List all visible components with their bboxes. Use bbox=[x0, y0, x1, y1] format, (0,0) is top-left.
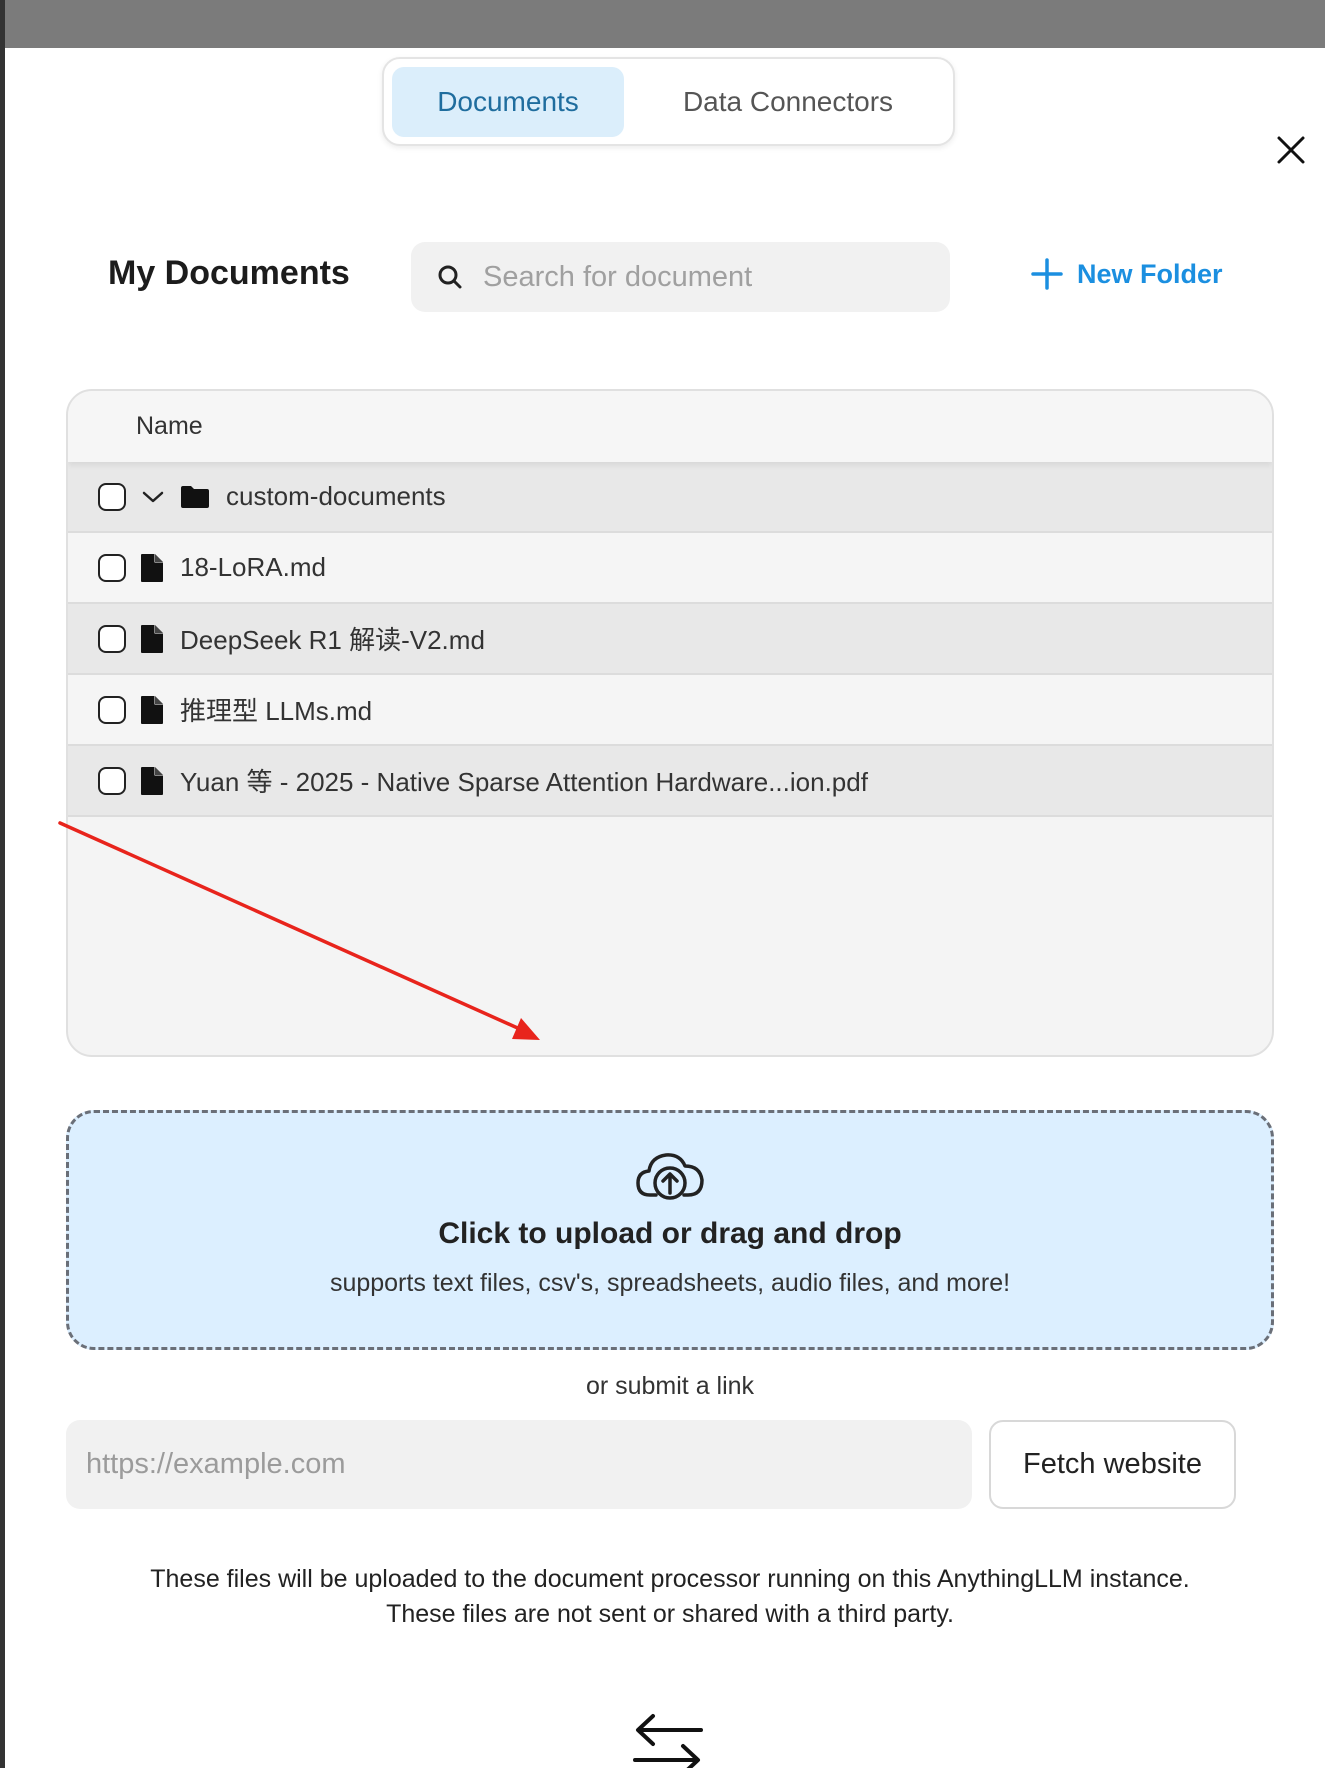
file-row[interactable]: Yuan 等 - 2025 - Native Sparse Attention … bbox=[68, 746, 1272, 817]
new-folder-label: New Folder bbox=[1077, 258, 1223, 289]
plus-icon bbox=[1031, 258, 1063, 290]
file-name: 推理型 LLMs.md bbox=[180, 696, 373, 726]
file-row[interactable]: 推理型 LLMs.md bbox=[68, 675, 1272, 746]
privacy-notice-line-2: These files are not sent or shared with … bbox=[386, 1600, 954, 1628]
search-icon bbox=[437, 264, 463, 290]
file-icon bbox=[140, 766, 164, 796]
upload-subtitle: supports text files, csv's, spreadsheets… bbox=[329, 1269, 1011, 1297]
file-row[interactable]: 18-LoRA.md bbox=[68, 533, 1272, 604]
swap-arrows-icon[interactable] bbox=[633, 1712, 703, 1768]
file-row[interactable]: DeepSeek R1 解读-V2.md bbox=[68, 604, 1272, 675]
file-checkbox[interactable] bbox=[98, 695, 126, 724]
url-input[interactable] bbox=[66, 1420, 972, 1509]
folder-icon bbox=[180, 485, 210, 509]
file-checkbox[interactable] bbox=[98, 553, 126, 582]
search-input[interactable] bbox=[483, 260, 923, 294]
file-name: DeepSeek R1 解读-V2.md bbox=[180, 625, 485, 655]
file-checkbox[interactable] bbox=[98, 624, 126, 653]
folder-row[interactable]: custom-documents bbox=[68, 462, 1272, 533]
file-name: 18-LoRA.md bbox=[180, 552, 326, 582]
documents-modal: My Documents New Folder Name custom-docu… bbox=[5, 48, 1325, 1768]
documents-table: Name custom-documents 18-LoRA.md DeepSee… bbox=[66, 389, 1274, 1057]
table-header: Name bbox=[68, 391, 1272, 462]
file-icon bbox=[140, 695, 164, 725]
tab-data-connectors[interactable]: Data Connectors bbox=[638, 67, 938, 137]
privacy-notice: These files will be uploaded to the docu… bbox=[5, 1562, 1325, 1632]
column-name-header: Name bbox=[136, 412, 203, 440]
page-title: My Documents bbox=[108, 254, 350, 292]
file-checkbox[interactable] bbox=[98, 766, 126, 795]
cloud-upload-icon bbox=[634, 1149, 706, 1203]
file-icon bbox=[140, 553, 164, 583]
upload-dropzone[interactable]: Click to upload or drag and drop support… bbox=[66, 1110, 1274, 1350]
new-folder-button[interactable]: New Folder bbox=[1031, 258, 1223, 290]
fetch-website-button[interactable]: Fetch website bbox=[989, 1420, 1236, 1509]
chevron-down-icon[interactable] bbox=[140, 489, 166, 505]
file-name: Yuan 等 - 2025 - Native Sparse Attention … bbox=[180, 767, 868, 797]
upload-title: Click to upload or drag and drop bbox=[438, 1217, 902, 1250]
file-icon bbox=[140, 624, 164, 654]
privacy-notice-line-1: These files will be uploaded to the docu… bbox=[150, 1565, 1190, 1593]
or-submit-link-text: or submit a link bbox=[585, 1372, 755, 1400]
close-icon bbox=[1276, 135, 1306, 165]
close-button[interactable] bbox=[1271, 130, 1311, 170]
folder-checkbox[interactable] bbox=[98, 482, 126, 511]
modal-tabs: Documents Data Connectors bbox=[382, 57, 955, 146]
search-bar[interactable] bbox=[411, 242, 950, 312]
folder-name: custom-documents bbox=[226, 481, 446, 511]
tab-documents[interactable]: Documents bbox=[392, 66, 624, 137]
